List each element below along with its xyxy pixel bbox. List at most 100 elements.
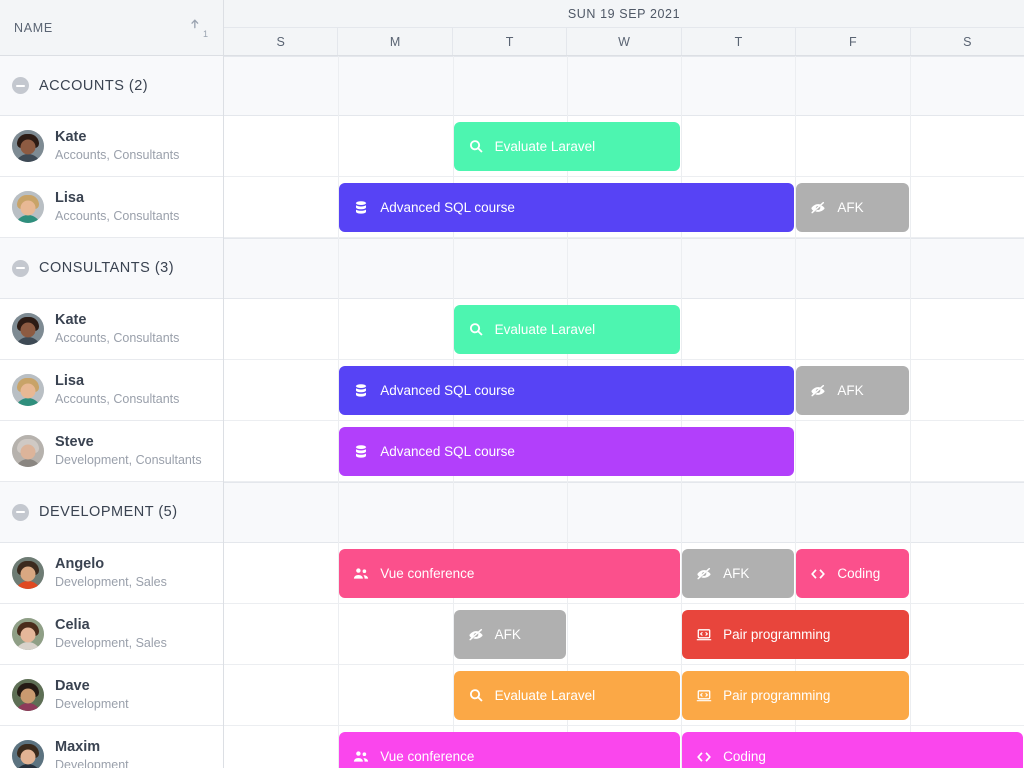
column-divider-6 <box>909 56 911 768</box>
database-icon <box>353 444 369 460</box>
event-title: Advanced SQL course <box>380 200 515 215</box>
code-icon <box>696 749 712 765</box>
group-header-accounts[interactable]: ACCOUNTS (2) <box>0 56 223 116</box>
search-icon <box>468 139 484 155</box>
calendar-event[interactable]: Pair programming <box>682 610 909 659</box>
person-row-angelo[interactable]: Angelo Development, Sales <box>0 543 223 604</box>
person-name: Kate <box>55 129 87 146</box>
person-row-kate-2[interactable]: Kate Accounts, Consultants <box>0 299 223 360</box>
person-row-dave[interactable]: Dave Development <box>0 665 223 726</box>
person-roles: Accounts, Consultants <box>55 147 180 162</box>
event-title: Vue conference <box>380 566 475 581</box>
day-column-header-3[interactable]: W <box>567 28 682 55</box>
calendar-event[interactable]: Advanced SQL course <box>339 366 795 415</box>
afk-icon <box>810 383 826 399</box>
calendar-grid: Evaluate Laravel Advanced SQL course AFK Ev… <box>224 56 1024 768</box>
laptop-code-icon <box>696 627 712 643</box>
event-title: Vue conference <box>380 749 475 764</box>
day-column-header-5[interactable]: F <box>796 28 911 55</box>
grid-band-consultants <box>224 238 1024 299</box>
event-title: AFK <box>723 566 750 581</box>
afk-icon <box>468 627 484 643</box>
calendar-event[interactable]: AFK <box>796 366 909 415</box>
person-roles: Development, Consultants <box>55 452 202 467</box>
event-title: AFK <box>837 383 864 398</box>
group-title: CONSULTANTS (3) <box>39 260 175 276</box>
grid-band-development <box>224 482 1024 543</box>
calendar-event[interactable]: Vue conference <box>339 732 681 768</box>
afk-icon <box>810 200 826 216</box>
person-row-steve[interactable]: Steve Development, Consultants <box>0 421 223 482</box>
name-column-header[interactable]: NAME <box>14 21 53 35</box>
person-name: Lisa <box>55 373 85 390</box>
calendar-event[interactable]: Advanced SQL course <box>339 427 795 476</box>
day-column-header-1[interactable]: M <box>338 28 453 55</box>
person-name: Kate <box>55 312 87 329</box>
current-date-label: SUN 19 SEP 2021 <box>567 6 681 21</box>
calendar-event[interactable]: Coding <box>796 549 909 598</box>
group-header-development[interactable]: DEVELOPMENT (5) <box>0 482 223 543</box>
day-of-week-header: SMTWTFS <box>224 28 1024 56</box>
afk-icon <box>696 566 712 582</box>
database-icon <box>353 383 369 399</box>
sidebar-row-list: ACCOUNTS (2) Kate Accounts, Consultants Lis… <box>0 56 223 768</box>
minus-circle-icon[interactable] <box>12 503 29 521</box>
event-title: Coding <box>723 749 766 764</box>
person-row-lisa-2[interactable]: Lisa Accounts, Consultants <box>0 360 223 421</box>
search-icon <box>468 688 484 704</box>
person-roles: Development, Sales <box>55 635 167 650</box>
person-name: Steve <box>55 434 94 451</box>
calendar-event[interactable]: Evaluate Laravel <box>453 305 681 354</box>
calendar-event[interactable]: AFK <box>682 549 795 598</box>
calendar-event[interactable]: AFK <box>453 610 566 659</box>
laptop-code-icon <box>696 688 712 704</box>
person-name: Lisa <box>55 190 85 207</box>
person-row-maxim[interactable]: Maxim Development <box>0 726 223 768</box>
calendar-event[interactable]: Evaluate Laravel <box>453 122 681 171</box>
event-title: Pair programming <box>723 688 831 703</box>
person-row-celia[interactable]: Celia Development, Sales <box>0 604 223 665</box>
avatar <box>12 618 44 650</box>
calendar-date-header: SUN 19 SEP 2021 <box>224 0 1024 28</box>
day-column-header-2[interactable]: T <box>453 28 568 55</box>
scheduler-app: NAME 1 ACCOUNTS (2) Kate Accounts, Consult… <box>0 0 1024 768</box>
person-roles: Development <box>55 696 129 711</box>
person-row-kate-1[interactable]: Kate Accounts, Consultants <box>0 116 223 177</box>
person-roles: Development <box>55 757 129 768</box>
event-title: Advanced SQL course <box>380 444 515 459</box>
person-row-lisa-1[interactable]: Lisa Accounts, Consultants <box>0 177 223 238</box>
event-title: Advanced SQL course <box>380 383 515 398</box>
person-name: Celia <box>55 617 90 634</box>
calendar-event[interactable]: AFK <box>796 183 909 232</box>
calendar-event[interactable]: Evaluate Laravel <box>453 671 681 720</box>
database-icon <box>353 200 369 216</box>
group-title: DEVELOPMENT (5) <box>39 504 178 520</box>
minus-circle-icon[interactable] <box>12 77 29 94</box>
sort-order-number: 1 <box>202 29 208 39</box>
avatar <box>12 557 44 589</box>
group-title: ACCOUNTS (2) <box>39 77 149 94</box>
code-icon <box>810 566 826 582</box>
event-title: Evaluate Laravel <box>494 322 596 337</box>
calendar-event[interactable]: Advanced SQL course <box>339 183 795 232</box>
calendar-event[interactable]: Vue conference <box>339 549 681 598</box>
avatar <box>12 435 44 467</box>
search-icon <box>468 322 484 338</box>
calendar-event[interactable]: Pair programming <box>682 671 909 720</box>
calendar-event[interactable]: Coding <box>682 732 1023 768</box>
group-header-consultants[interactable]: CONSULTANTS (3) <box>0 238 223 299</box>
event-title: AFK <box>494 627 521 642</box>
people-icon <box>353 749 369 765</box>
person-roles: Accounts, Consultants <box>55 391 180 406</box>
person-roles: Accounts, Consultants <box>55 208 180 223</box>
avatar <box>12 679 44 711</box>
event-title: Coding <box>837 566 881 581</box>
day-column-header-4[interactable]: T <box>682 28 797 55</box>
arrow-up-icon[interactable]: 1 <box>189 16 208 40</box>
day-column-header-0[interactable]: S <box>224 28 339 55</box>
sidebar-header: NAME 1 <box>0 0 223 56</box>
event-title: AFK <box>837 200 864 215</box>
day-column-header-6[interactable]: S <box>911 28 1024 55</box>
minus-circle-icon[interactable] <box>12 259 29 277</box>
event-title: Pair programming <box>723 627 831 642</box>
